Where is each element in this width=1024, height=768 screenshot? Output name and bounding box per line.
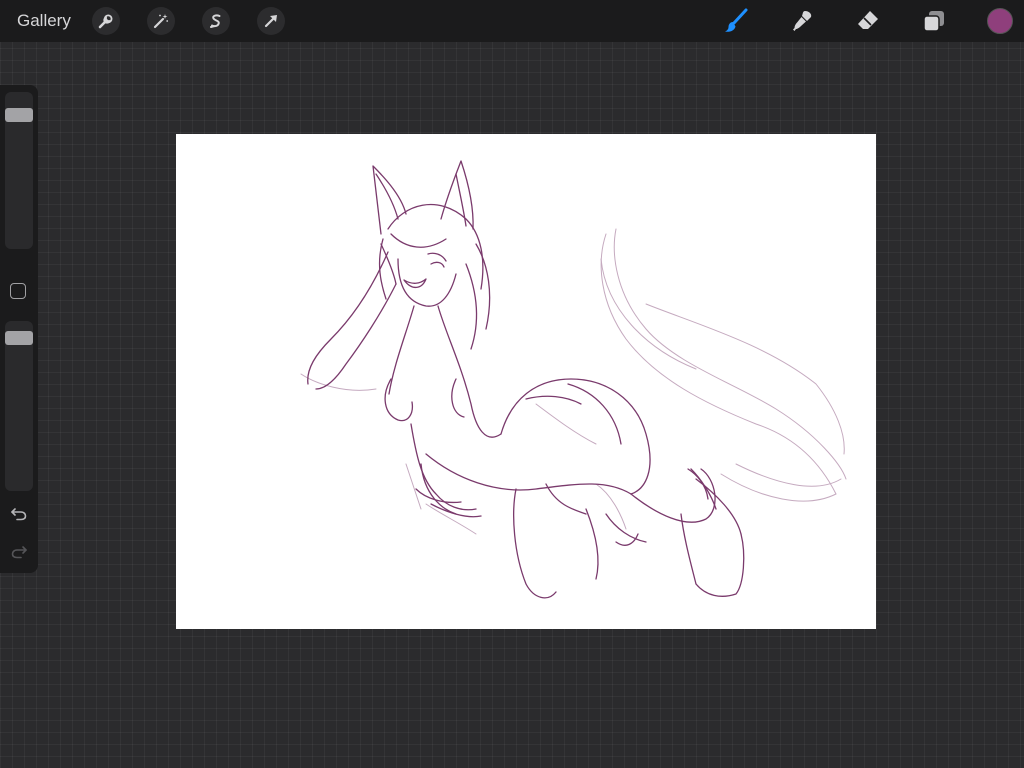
redo-button[interactable] [8,541,30,563]
layers-button[interactable] [919,6,949,36]
brush-size-thumb[interactable] [5,107,33,122]
brush-icon [725,8,748,32]
transform-button[interactable] [257,7,285,35]
redo-icon [11,546,27,559]
magic-wand-icon [153,14,169,29]
wrench-icon [98,14,113,29]
eraser-icon [858,11,878,29]
selection-button[interactable] [202,7,230,35]
undo-icon [11,508,27,521]
top-toolbar: Gallery [0,0,1024,42]
modify-button[interactable] [10,283,26,299]
color-picker-button[interactable] [987,8,1013,34]
smudge-icon [793,11,812,31]
sketch-artwork [300,160,847,599]
left-sidebar [0,85,38,573]
layers-icon [923,11,944,32]
brush-tool-button[interactable] [721,6,751,36]
brush-size-slider[interactable] [5,92,33,249]
arrow-cursor-icon [264,15,277,28]
drawing-canvas[interactable] [176,134,876,629]
undo-button[interactable] [8,503,30,525]
selection-s-icon [210,14,221,28]
adjustments-button[interactable] [147,7,175,35]
smudge-tool-button[interactable] [787,6,817,36]
opacity-thumb[interactable] [5,330,33,345]
gallery-button[interactable]: Gallery [17,11,71,31]
opacity-slider[interactable] [5,321,33,491]
actions-button[interactable] [92,7,120,35]
eraser-tool-button[interactable] [853,6,883,36]
